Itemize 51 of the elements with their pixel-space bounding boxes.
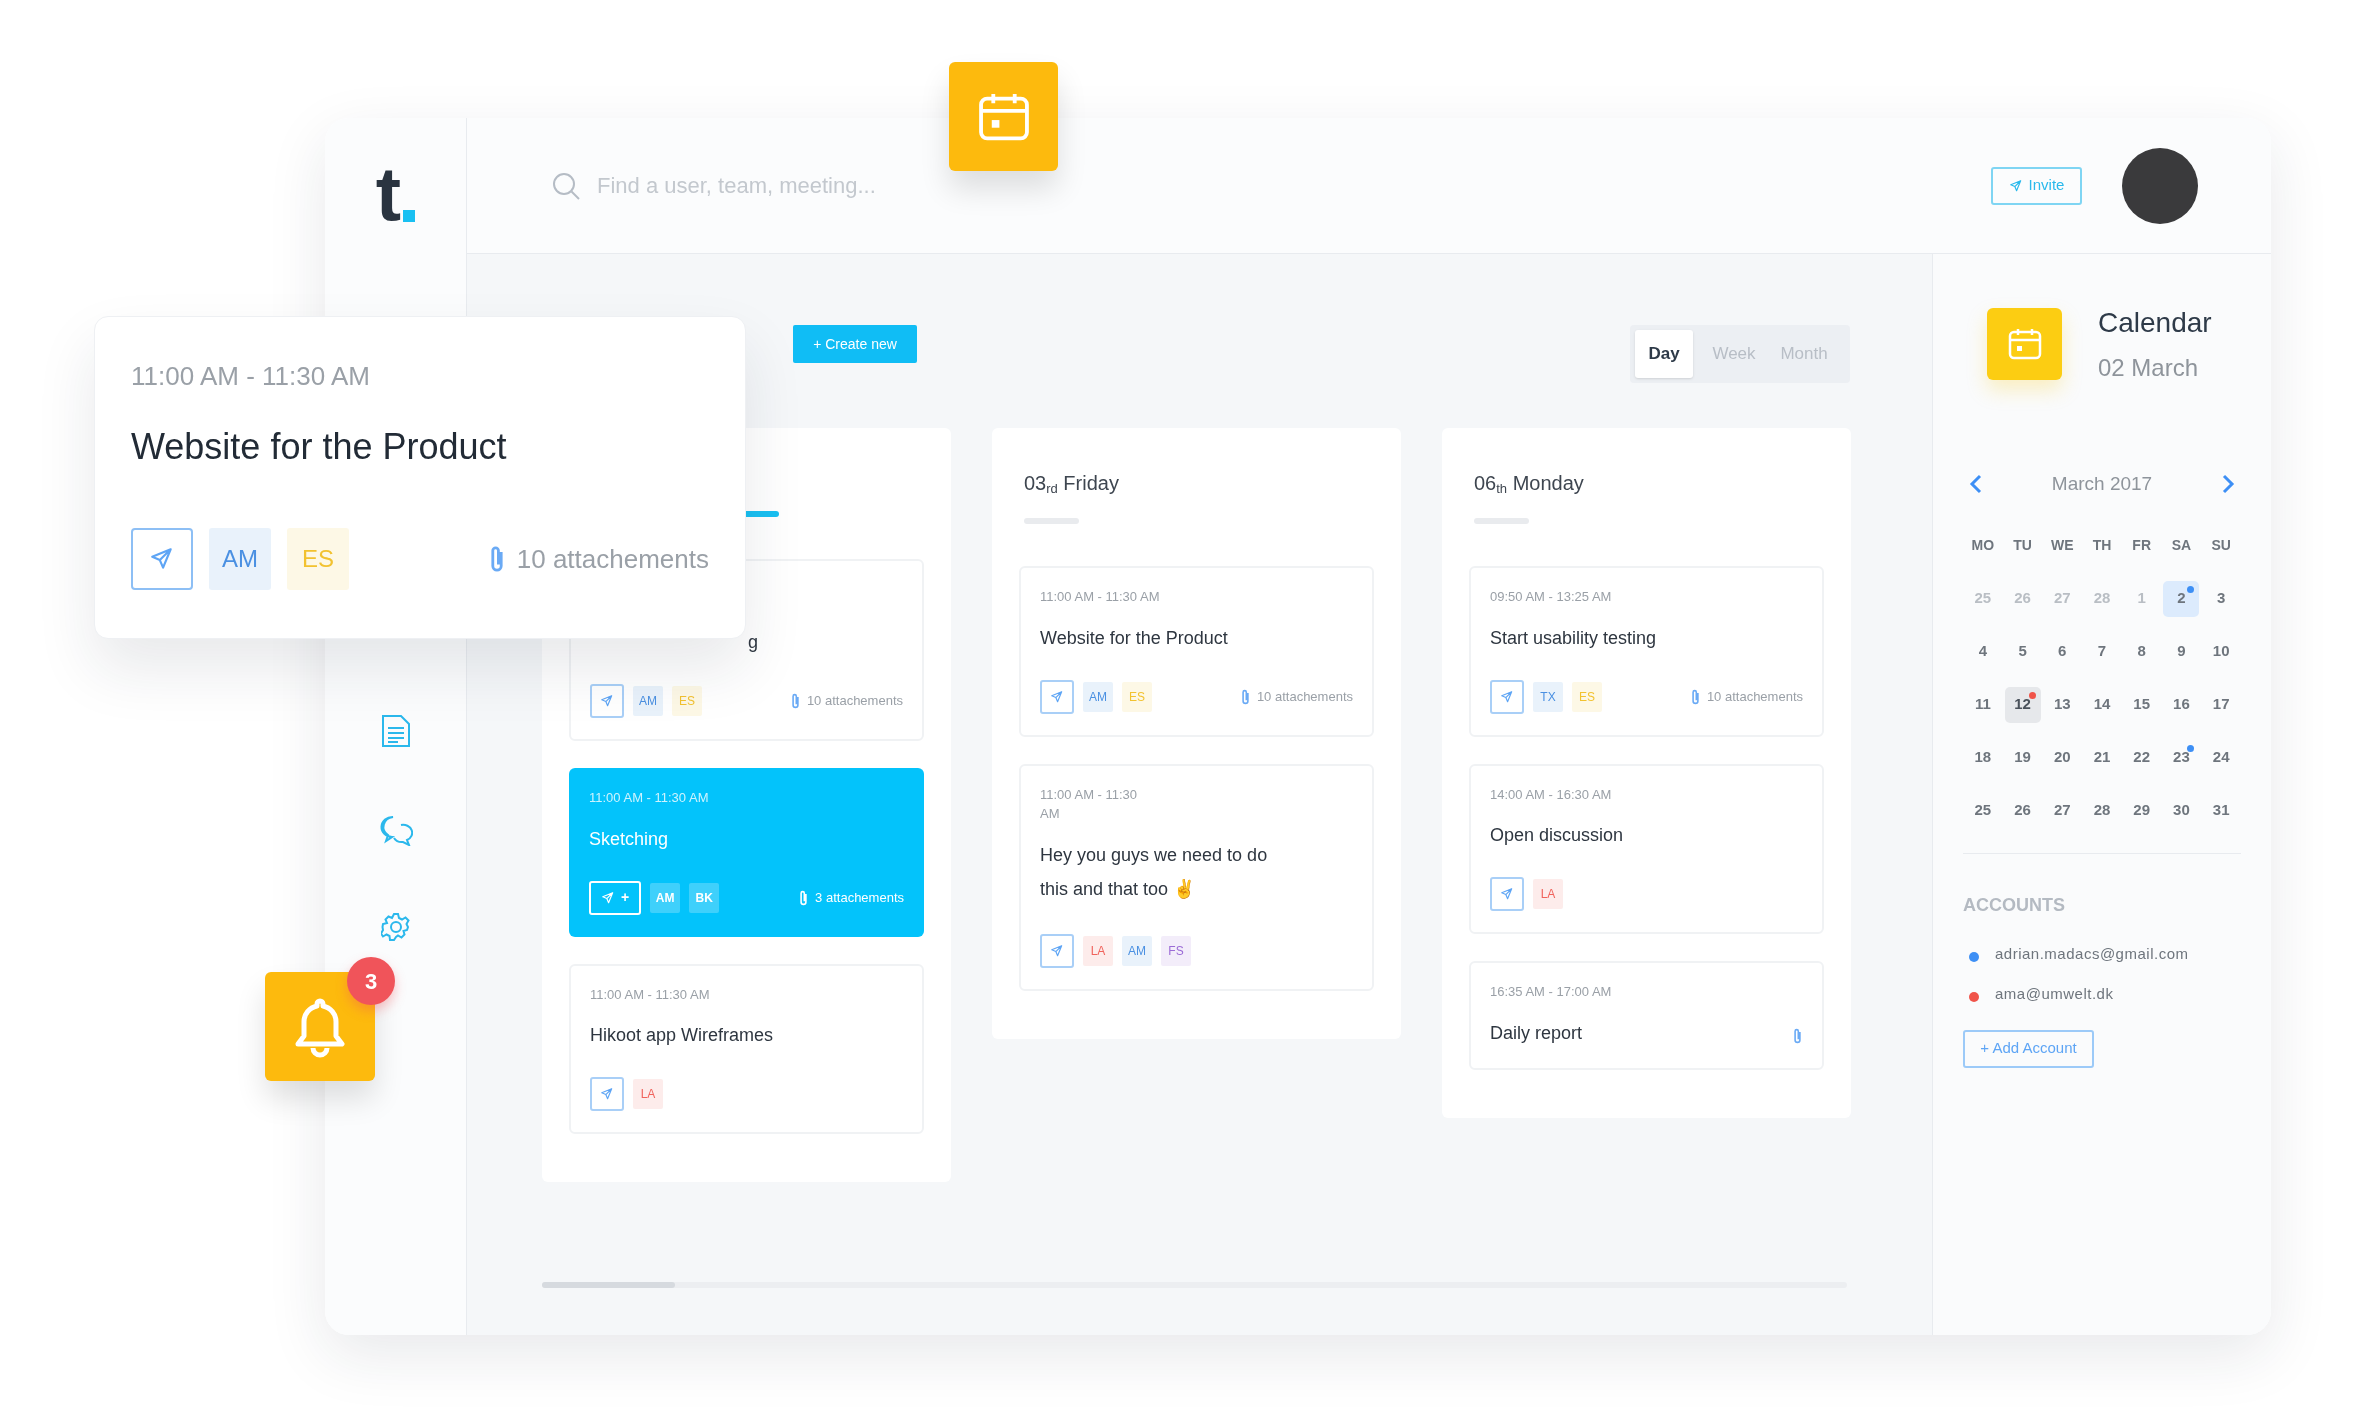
weekday-label: FR (2131, 535, 2153, 555)
initials-tag: AM (1122, 935, 1152, 966)
attachment-count: 3 attachements (815, 888, 904, 907)
event-title: Daily report (1490, 1021, 1584, 1045)
day-heading: 06$_{th}$ Monday (1473, 471, 1585, 498)
attachment-count: 10 attachements (1706, 687, 1803, 706)
initials-tag: ES (672, 686, 702, 716)
initials-tag: TX (1533, 681, 1563, 712)
event-time: 11:00 AM - 11:30 AM (589, 789, 710, 807)
event-time: 09:50 AM - 13:25 AM (1490, 588, 1613, 606)
day-heading: 03$_{rd}$ Friday (1023, 471, 1120, 498)
initials-tag: AM (650, 882, 681, 913)
weekday-label: SU (2210, 535, 2232, 555)
initials-tag: ES (287, 528, 349, 590)
event-title: g (747, 631, 759, 654)
initials-tag: ES (1122, 681, 1152, 712)
event-time: 11:00 AM - 11:30 AM (590, 985, 711, 1004)
event-title: Website for the Product (1040, 626, 1229, 650)
initials-tag: ES (1572, 681, 1602, 712)
initials-tag: LA (1533, 879, 1563, 909)
calendar-date: 02 March (2098, 353, 2200, 383)
calendar-title: Calendar (2098, 306, 2212, 340)
event-time: 11:00 AM - 11:30 AM (131, 360, 371, 393)
initials-tag: AM (633, 686, 663, 716)
account-email: ama@umwelt.dk (1995, 984, 2114, 1004)
event-time: 14:00 AM - 16:30 AM (1490, 785, 1613, 804)
attachment-count: 10 attachements (1256, 687, 1353, 706)
weekday-label: MO (1970, 535, 1996, 555)
event-title: Hikoot app Wireframes (590, 1024, 775, 1047)
accounts-heading: ACCOUNTS (1963, 893, 2066, 917)
weekday-label: TH (2091, 535, 2113, 555)
event-title: Hey you guys we need to do this and that too ✌ (1040, 843, 1269, 901)
weekday-label: WE (2050, 535, 2075, 555)
attachment-count: 10 attachements (806, 692, 903, 711)
initials-tag: FS (1161, 935, 1191, 966)
initials-tag: LA (1083, 935, 1113, 966)
event-time: 11:00 AM - 11:30 AM (1040, 785, 1139, 823)
weekday-label: TU (2012, 535, 2033, 555)
event-title: Start usability testing (1490, 626, 1658, 650)
initials-tag: LA (633, 1079, 663, 1109)
event-title: Website for the Product (131, 425, 508, 469)
weekday-label: SA (2170, 535, 2193, 555)
event-title: Open discussion (1490, 824, 1625, 847)
initials-tag: AM (1083, 681, 1113, 712)
month-label: March 2017 (2051, 472, 2153, 496)
event-title: Sketching (589, 827, 670, 851)
account-email: adrian.madacs@gmail.com (1995, 943, 2189, 964)
event-time: 11:00 AM - 11:30 AM (1040, 588, 1161, 606)
initials-tag: AM (209, 528, 271, 590)
initials-tag: BK (689, 882, 720, 913)
event-time: 16:35 AM - 17:00 AM (1490, 983, 1613, 1001)
